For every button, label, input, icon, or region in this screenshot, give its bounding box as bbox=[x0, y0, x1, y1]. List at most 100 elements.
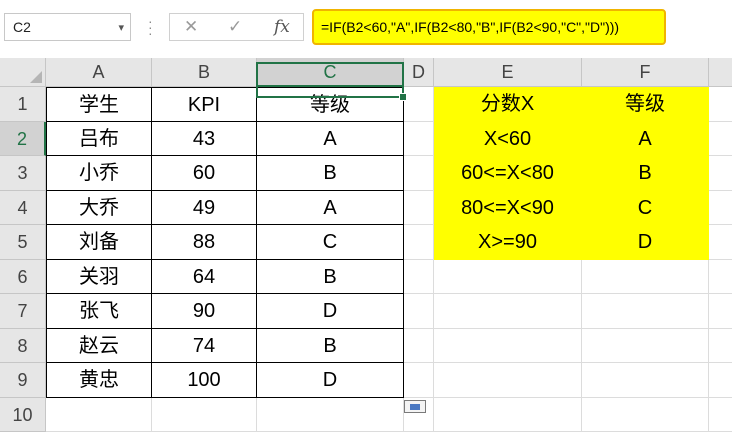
cell-a3[interactable]: 小乔 bbox=[46, 156, 152, 191]
cell-c3[interactable]: B bbox=[257, 156, 404, 191]
row-header-10[interactable]: 10 bbox=[0, 398, 46, 432]
cell-b8[interactable]: 74 bbox=[152, 329, 257, 364]
cell-e5[interactable]: X>=90 bbox=[434, 225, 582, 260]
column-header-e[interactable]: E bbox=[434, 58, 582, 87]
cell-filler bbox=[709, 225, 732, 260]
cell-f6[interactable] bbox=[582, 260, 709, 295]
cell-f7[interactable] bbox=[582, 294, 709, 329]
cell-a10[interactable] bbox=[46, 398, 152, 432]
cell-a7[interactable]: 张飞 bbox=[46, 294, 152, 329]
row-header-4[interactable]: 4 bbox=[0, 191, 46, 226]
cell-c8[interactable]: B bbox=[257, 329, 404, 364]
cell-a6[interactable]: 关羽 bbox=[46, 260, 152, 295]
enter-icon[interactable]: ✓ bbox=[228, 17, 242, 37]
cell-b1[interactable]: KPI bbox=[152, 87, 257, 122]
cell-b2[interactable]: 43 bbox=[152, 122, 257, 157]
cell-filler bbox=[709, 329, 732, 364]
cell-c1[interactable]: 等级 bbox=[257, 87, 404, 122]
row-header-6[interactable]: 6 bbox=[0, 260, 46, 295]
formula-text: =IF(B2<60,"A",IF(B2<80,"B",IF(B2<90,"C",… bbox=[321, 19, 619, 35]
formula-bar: C2 ▾ ··· ✕ ✓ fx =IF(B2<60,"A",IF(B2<80,"… bbox=[0, 0, 732, 58]
column-header-a[interactable]: A bbox=[46, 58, 152, 87]
cell-d9[interactable] bbox=[404, 363, 434, 398]
cell-c9[interactable]: D bbox=[257, 363, 404, 398]
column-header-b[interactable]: B bbox=[152, 58, 257, 87]
cell-filler bbox=[709, 156, 732, 191]
cell-e4[interactable]: 80<=X<90 bbox=[434, 191, 582, 226]
row-header-5[interactable]: 5 bbox=[0, 225, 46, 260]
fill-handle[interactable] bbox=[399, 93, 407, 101]
row-header-1[interactable]: 1 bbox=[0, 87, 46, 122]
select-all-button[interactable] bbox=[0, 58, 46, 87]
paste-options-icon[interactable] bbox=[404, 400, 426, 413]
cell-e8[interactable] bbox=[434, 329, 582, 364]
name-box-value: C2 bbox=[13, 19, 31, 35]
cell-b6[interactable]: 64 bbox=[152, 260, 257, 295]
cell-e6[interactable] bbox=[434, 260, 582, 295]
cell-f4[interactable]: C bbox=[582, 191, 709, 226]
cell-d8[interactable] bbox=[404, 329, 434, 364]
cell-c2[interactable]: A bbox=[257, 122, 404, 157]
cell-c10[interactable] bbox=[257, 398, 404, 432]
cell-filler bbox=[709, 398, 732, 432]
cell-f9[interactable] bbox=[582, 363, 709, 398]
insert-function-icon[interactable]: fx bbox=[274, 17, 290, 37]
cell-a1[interactable]: 学生 bbox=[46, 87, 152, 122]
cell-e1[interactable]: 分数X bbox=[434, 87, 582, 122]
column-header-f[interactable]: F bbox=[582, 58, 709, 87]
cell-d6[interactable] bbox=[404, 260, 434, 295]
select-all-icon bbox=[30, 71, 42, 83]
cell-c5[interactable]: C bbox=[257, 225, 404, 260]
formula-buttons: ✕ ✓ fx bbox=[169, 13, 304, 41]
column-header-d[interactable]: D bbox=[404, 58, 434, 87]
cell-f8[interactable] bbox=[582, 329, 709, 364]
formula-input[interactable]: =IF(B2<60,"A",IF(B2<80,"B",IF(B2<90,"C",… bbox=[312, 9, 666, 45]
row-header-2[interactable]: 2 bbox=[0, 122, 46, 157]
cell-f5[interactable]: D bbox=[582, 225, 709, 260]
row-header-8[interactable]: 8 bbox=[0, 329, 46, 364]
cell-b10[interactable] bbox=[152, 398, 257, 432]
cell-f10[interactable] bbox=[582, 398, 709, 432]
column-header-filler bbox=[709, 58, 732, 87]
cell-c6[interactable]: B bbox=[257, 260, 404, 295]
cell-c7[interactable]: D bbox=[257, 294, 404, 329]
cell-d1[interactable] bbox=[404, 87, 434, 122]
cell-d3[interactable] bbox=[404, 156, 434, 191]
cell-f1[interactable]: 等级 bbox=[582, 87, 709, 122]
cell-d7[interactable] bbox=[404, 294, 434, 329]
cell-filler bbox=[709, 87, 732, 122]
cell-d2[interactable] bbox=[404, 122, 434, 157]
cell-b3[interactable]: 60 bbox=[152, 156, 257, 191]
cell-a2[interactable]: 吕布 bbox=[46, 122, 152, 157]
cancel-icon[interactable]: ✕ bbox=[184, 17, 198, 37]
column-header-c[interactable]: C bbox=[257, 58, 404, 87]
cell-b9[interactable]: 100 bbox=[152, 363, 257, 398]
cell-f2[interactable]: A bbox=[582, 122, 709, 157]
cell-b5[interactable]: 88 bbox=[152, 225, 257, 260]
cell-f3[interactable]: B bbox=[582, 156, 709, 191]
cell-c4[interactable]: A bbox=[257, 191, 404, 226]
cell-d4[interactable] bbox=[404, 191, 434, 226]
cell-e2[interactable]: X<60 bbox=[434, 122, 582, 157]
cell-e3[interactable]: 60<=X<80 bbox=[434, 156, 582, 191]
cell-e10[interactable] bbox=[434, 398, 582, 432]
row-header-3[interactable]: 3 bbox=[0, 156, 46, 191]
cell-e7[interactable] bbox=[434, 294, 582, 329]
chevron-down-icon[interactable]: ▾ bbox=[118, 21, 124, 34]
cell-a8[interactable]: 赵云 bbox=[46, 329, 152, 364]
cell-filler bbox=[709, 363, 732, 398]
cell-filler bbox=[709, 122, 732, 157]
cell-b7[interactable]: 90 bbox=[152, 294, 257, 329]
row-header-9[interactable]: 9 bbox=[0, 363, 46, 398]
cell-b4[interactable]: 49 bbox=[152, 191, 257, 226]
cell-a4[interactable]: 大乔 bbox=[46, 191, 152, 226]
cell-filler bbox=[709, 191, 732, 226]
row-header-7[interactable]: 7 bbox=[0, 294, 46, 329]
cell-d5[interactable] bbox=[404, 225, 434, 260]
name-box[interactable]: C2 ▾ bbox=[4, 13, 131, 41]
cell-a5[interactable]: 刘备 bbox=[46, 225, 152, 260]
cell-e9[interactable] bbox=[434, 363, 582, 398]
cell-a9[interactable]: 黄忠 bbox=[46, 363, 152, 398]
cell-filler bbox=[709, 260, 732, 295]
drag-handle-icon[interactable]: ··· bbox=[148, 18, 152, 36]
